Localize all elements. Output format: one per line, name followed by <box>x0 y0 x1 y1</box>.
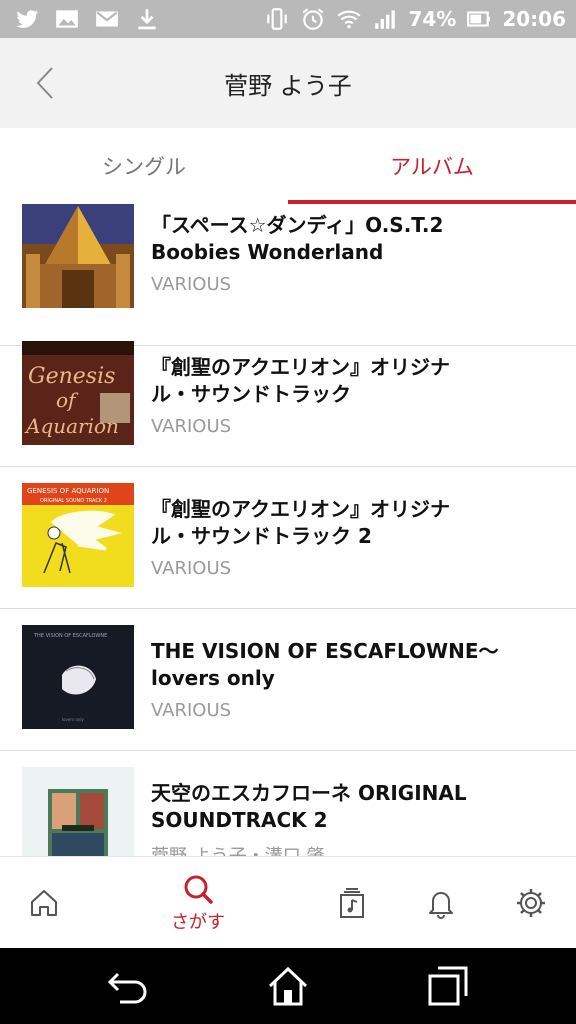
album-artist: 菅野 よう子・溝口 肇 <box>151 842 324 856</box>
system-recents-button[interactable] <box>418 962 478 1010</box>
back-arrow-icon <box>107 972 147 1004</box>
album-cover <box>22 204 134 308</box>
album-title: 「スペース☆ダンディ」O.S.T.2 Boobies Wonderland <box>151 213 444 264</box>
system-back-button[interactable] <box>98 962 158 1010</box>
album-title: 『創聖のアクエリオン』オリジナ ル・サウンドトラック 2 <box>151 497 450 548</box>
svg-text:THE VISION OF ESCAFLOWNE: THE VISION OF ESCAFLOWNE <box>33 633 107 639</box>
nav-library[interactable] <box>312 857 392 949</box>
album-artist: VARIOUS <box>151 700 232 721</box>
album-cover: GENESIS OF AQUARION ORIGINAL SOUND TRACK… <box>22 483 134 587</box>
status-bar: 74% 20:06 <box>0 0 576 38</box>
mail-icon <box>94 6 120 32</box>
nav-search[interactable]: さがす <box>158 857 238 949</box>
svg-text:lovers only: lovers only <box>62 717 84 722</box>
signal-icon <box>372 6 398 32</box>
album-artist: VARIOUS <box>151 274 232 295</box>
tab-albums[interactable]: アルバム <box>288 128 576 204</box>
image-icon <box>54 6 80 32</box>
download-icon <box>134 6 160 32</box>
nav-home[interactable] <box>4 857 84 949</box>
svg-text:GENESIS OF AQUARION: GENESIS OF AQUARION <box>27 487 109 495</box>
home-icon <box>31 890 57 916</box>
battery-icon <box>466 6 492 32</box>
tab-singles[interactable]: シングル <box>0 128 288 204</box>
nav-notifications[interactable] <box>401 857 481 949</box>
gear-icon <box>517 889 545 917</box>
wifi-icon <box>336 6 362 32</box>
album-cover: Genesis of Aquarion <box>22 341 134 445</box>
alarm-icon <box>300 6 326 32</box>
tab-bar: シングル アルバム <box>0 128 576 204</box>
library-icon <box>340 888 364 918</box>
bottom-nav: さがす <box>0 856 576 948</box>
album-title: 天空のエスカフローネ ORIGINAL SOUNDTRACK 2 <box>151 781 467 832</box>
album-cover: THE VISION OF ESCAFLOWNE lovers only <box>22 625 134 729</box>
vibrate-icon <box>264 6 290 32</box>
app-header: 菅野 よう子 <box>0 38 576 128</box>
album-artist: VARIOUS <box>151 416 232 437</box>
system-home-button[interactable] <box>258 962 318 1010</box>
album-row[interactable]: THE VISION OF ESCAFLOWNE lovers only THE… <box>0 609 576 751</box>
album-title: THE VISION OF ESCAFLOWNE～ lovers only <box>151 639 499 690</box>
system-nav-bar <box>0 948 576 1024</box>
svg-text:Genesis: Genesis <box>28 364 115 389</box>
nav-search-label: さがす <box>171 912 225 933</box>
recents-icon <box>428 966 468 1006</box>
battery-percent: 74% <box>408 7 457 31</box>
twitter-icon <box>14 6 40 32</box>
clock: 20:06 <box>502 7 566 31</box>
nav-settings[interactable] <box>491 857 571 949</box>
album-row[interactable]: GENESIS OF AQUARION ORIGINAL SOUND TRACK… <box>0 467 576 609</box>
bell-icon <box>429 892 453 919</box>
album-row[interactable]: 天空のエスカフローネ ORIGINAL SOUNDTRACK 2 菅野 よう子・… <box>0 751 576 856</box>
album-artist: VARIOUS <box>151 558 232 579</box>
album-title: 『創聖のアクエリオン』オリジナ ル・サウンドトラック <box>151 355 450 406</box>
page-title: 菅野 よう子 <box>224 72 352 100</box>
svg-text:ORIGINAL SOUND TRACK 2: ORIGINAL SOUND TRACK 2 <box>40 498 107 504</box>
album-list[interactable]: 「スペース☆ダンディ」O.S.T.2 Boobies Wonderland VA… <box>0 204 576 856</box>
album-row[interactable]: Genesis of Aquarion 『創聖のアクエリオン』オリジナ ル・サウ… <box>0 325 576 467</box>
search-icon <box>184 875 213 904</box>
home-outline-icon <box>268 966 308 1006</box>
album-cover <box>22 767 134 856</box>
